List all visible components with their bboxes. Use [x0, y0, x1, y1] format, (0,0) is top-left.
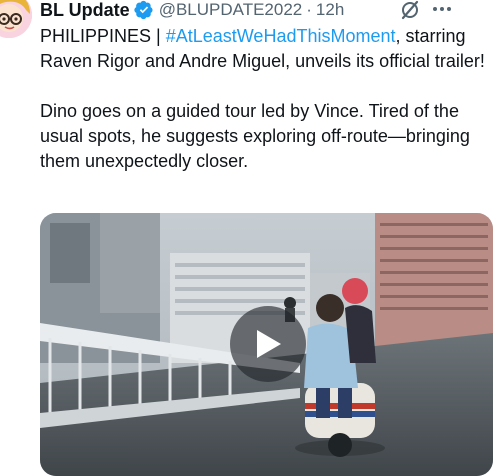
tweet-header: BL Update @BLUPDATE2022 · 12h: [40, 0, 493, 20]
play-icon: [257, 330, 281, 358]
hashtag-link[interactable]: #AtLeastWeHadThisMoment: [166, 26, 396, 46]
cartoon-avatar-icon: [0, 0, 32, 38]
play-button[interactable]: [230, 306, 306, 382]
video-player[interactable]: [40, 213, 493, 476]
verified-badge-icon: [134, 0, 154, 20]
tweet-timestamp[interactable]: 12h: [316, 0, 344, 20]
dot-separator: ·: [306, 0, 312, 19]
tweet-text: PHILIPPINES | #AtLeastWeHadThisMoment, s…: [40, 24, 490, 174]
author-avatar[interactable]: [0, 0, 32, 38]
text-prefix: PHILIPPINES |: [40, 26, 166, 46]
author-display-name[interactable]: BL Update: [40, 0, 130, 21]
grok-icon[interactable]: [399, 0, 421, 21]
tweet-paragraph-2: Dino goes on a guided tour led by Vince.…: [40, 101, 470, 171]
author-handle[interactable]: @BLUPDATE2022: [159, 0, 303, 20]
more-options-icon[interactable]: [430, 0, 454, 20]
tweet-paragraph-1: PHILIPPINES | #AtLeastWeHadThisMoment, s…: [40, 24, 490, 74]
